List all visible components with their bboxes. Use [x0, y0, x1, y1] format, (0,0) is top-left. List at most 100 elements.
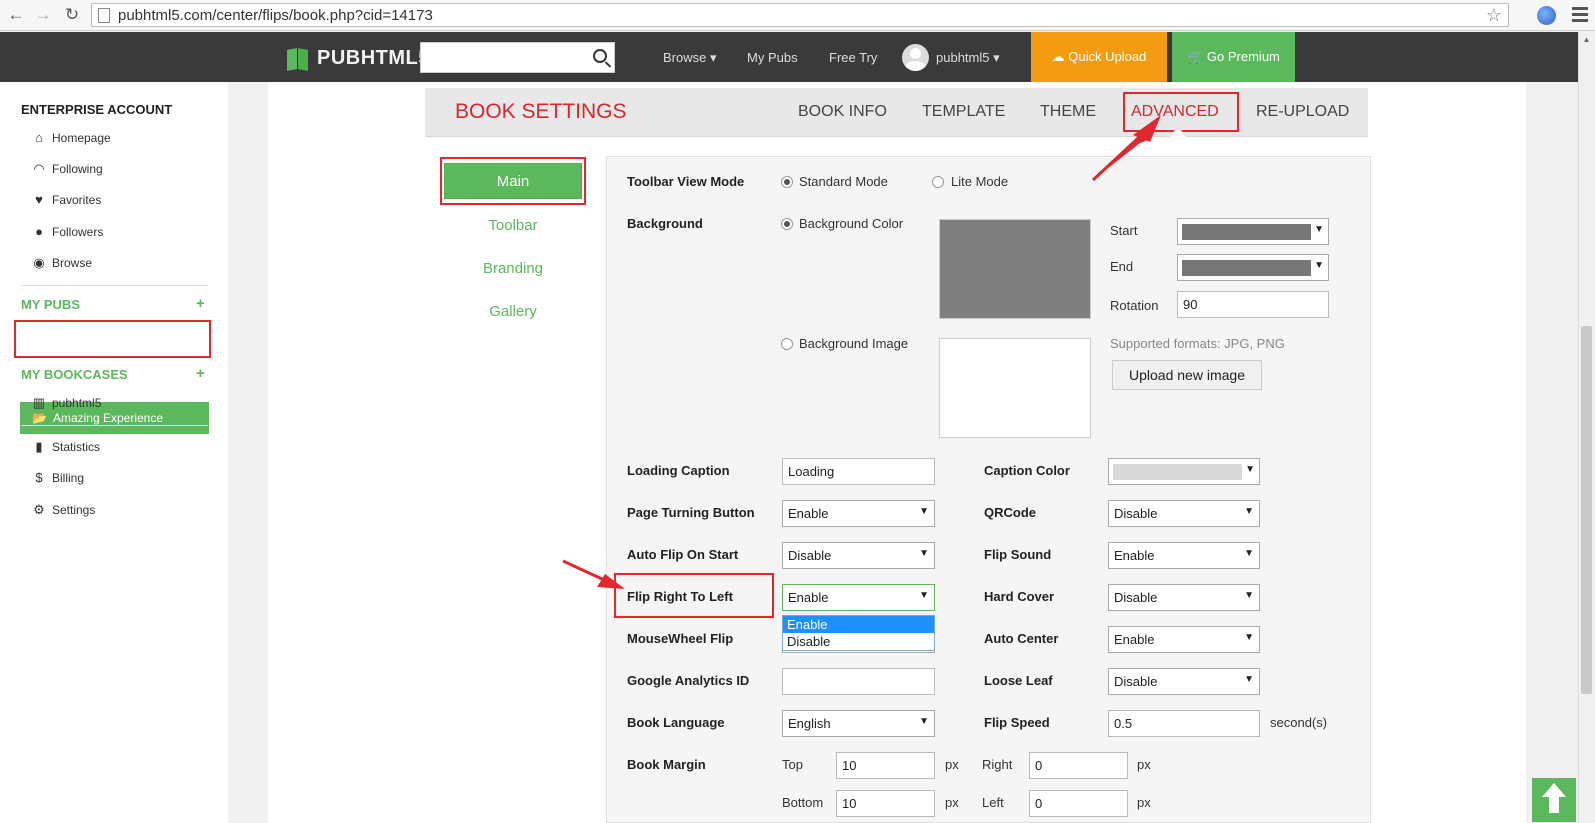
logo-text: PUBHTML5	[317, 46, 430, 69]
rss-icon: ◠	[33, 161, 45, 176]
caption-color-select[interactable]: ▼	[1108, 458, 1260, 485]
site-header: PUBHTML5 Browse ▾ My Pubs Free Try pubht…	[0, 32, 1595, 82]
background-image-radio[interactable]	[781, 338, 793, 350]
sidebar-item-followers[interactable]: ● Followers	[32, 222, 103, 242]
chevron-down-icon: ▼	[1244, 590, 1254, 601]
margin-left-label: Left	[982, 795, 1004, 810]
highlight-box	[14, 320, 211, 358]
reload-icon[interactable]: ↻	[62, 5, 82, 25]
add-pub-button[interactable]: +	[196, 295, 205, 312]
menu-branding[interactable]: Branding	[444, 260, 582, 277]
scroll-up-icon[interactable]: ▲	[1578, 32, 1595, 48]
lite-mode-label: Lite Mode	[951, 174, 1009, 189]
flip-sound-select[interactable]: Enable ▼	[1108, 542, 1260, 569]
standard-mode-radio[interactable]	[781, 176, 793, 188]
chevron-down-icon: ▼	[1244, 506, 1254, 517]
dropdown-option-disable[interactable]: Disable	[783, 633, 934, 650]
qrcode-label: QRCode	[984, 505, 1036, 520]
page-turning-button-select[interactable]: Enable ▼	[782, 500, 935, 527]
url-text: pubhtml5.com/center/flips/book.php?cid=1…	[118, 7, 433, 24]
back-to-top-button[interactable]	[1532, 778, 1576, 822]
add-bookcase-button[interactable]: +	[196, 365, 205, 382]
book-language-select[interactable]: English ▼	[782, 710, 935, 737]
bookcase-item[interactable]: ▥ pubhtml5	[32, 393, 102, 413]
nav-browse[interactable]: Browse ▾	[663, 50, 717, 66]
highlight-box	[440, 157, 586, 205]
sidebar-item-browse[interactable]: ◉ Browse	[32, 253, 92, 273]
margin-top-input[interactable]: 10	[836, 752, 935, 779]
sidebar-item-homepage[interactable]: ⌂ Homepage	[32, 128, 111, 148]
search-icon[interactable]	[593, 49, 607, 63]
arrow-up-icon	[1542, 783, 1566, 797]
flip-speed-unit: second(s)	[1270, 715, 1328, 730]
quick-upload-button[interactable]: ☁ Quick Upload	[1031, 32, 1167, 82]
page-title: BOOK SETTINGS	[455, 100, 627, 123]
book-margin-label: Book Margin	[627, 757, 706, 772]
background-color-preview	[939, 219, 1091, 319]
loose-leaf-select[interactable]: Disable ▼	[1108, 668, 1260, 695]
sidebar-item-following[interactable]: ◠ Following	[32, 159, 102, 179]
folder-open-icon: 📂	[32, 411, 47, 425]
tab-re-upload[interactable]: RE-UPLOAD	[1256, 103, 1349, 121]
dropdown-option-enable[interactable]: Enable	[783, 616, 934, 633]
menu-toolbar[interactable]: Toolbar	[444, 217, 582, 234]
supported-formats-hint: Supported formats: JPG, PNG	[1110, 336, 1285, 351]
hard-cover-select[interactable]: Disable ▼	[1108, 584, 1260, 611]
loading-caption-input[interactable]: Loading	[782, 458, 935, 485]
google-analytics-input[interactable]	[782, 668, 935, 695]
nav-my-pubs[interactable]: My Pubs	[747, 50, 798, 65]
sidebar-item-favorites[interactable]: ♥ Favorites	[32, 190, 101, 210]
background-label: Background	[627, 216, 703, 231]
start-color-swatch	[1182, 224, 1311, 240]
auto-center-select[interactable]: Enable ▼	[1108, 626, 1260, 653]
back-arrow-icon[interactable]: ←	[6, 5, 26, 25]
auto-flip-select[interactable]: Disable ▼	[782, 542, 935, 569]
toolbar-view-mode-label: Toolbar View Mode	[627, 174, 745, 189]
books-icon: ▥	[32, 395, 46, 410]
address-bar[interactable]: pubhtml5.com/center/flips/book.php?cid=1…	[91, 3, 1509, 27]
chevron-down-icon: ▼	[919, 548, 929, 559]
flip-speed-input[interactable]: 0.5	[1108, 710, 1260, 737]
user-menu[interactable]: pubhtml5 ▾	[936, 50, 1000, 66]
globe-icon[interactable]	[1537, 6, 1556, 25]
avatar[interactable]	[902, 44, 929, 71]
browser-menu-icon[interactable]	[1572, 7, 1588, 25]
chevron-down-icon: ▼	[1244, 674, 1254, 685]
forward-arrow-icon[interactable]: →	[33, 5, 53, 25]
page-turning-button-label: Page Turning Button	[627, 505, 755, 520]
upload-image-button[interactable]: Upload new image	[1112, 360, 1262, 390]
start-color-select[interactable]: ▼	[1177, 218, 1329, 245]
background-color-radio[interactable]	[781, 218, 793, 230]
logo[interactable]: PUBHTML5	[287, 44, 430, 72]
sidebar-item-billing[interactable]: $ Billing	[32, 468, 84, 488]
margin-right-unit: px	[1137, 757, 1151, 772]
tab-book-info[interactable]: BOOK INFO	[798, 103, 887, 121]
margin-right-label: Right	[982, 757, 1013, 772]
margin-left-input[interactable]: 0	[1029, 790, 1128, 817]
qrcode-select[interactable]: Disable ▼	[1108, 500, 1260, 527]
end-color-select[interactable]: ▼	[1177, 254, 1329, 281]
tab-template[interactable]: TEMPLATE	[922, 103, 1005, 121]
sidebar: ENTERPRISE ACCOUNT ⌂ Homepage ◠ Following …	[0, 82, 228, 823]
search-input[interactable]	[420, 42, 615, 73]
lite-mode-radio[interactable]	[932, 176, 944, 188]
bookmark-star-icon[interactable]: ☆	[1486, 5, 1502, 26]
sidebar-item-settings[interactable]: ⚙ Settings	[32, 500, 95, 520]
margin-right-input[interactable]: 0	[1029, 752, 1128, 779]
margin-bottom-input[interactable]: 10	[836, 790, 935, 817]
tab-theme[interactable]: THEME	[1040, 103, 1096, 121]
chevron-down-icon: ▼	[919, 590, 929, 601]
start-label: Start	[1110, 223, 1138, 238]
divider	[21, 425, 208, 426]
margin-top-label: Top	[782, 757, 803, 772]
rotation-input[interactable]: 90	[1177, 291, 1329, 318]
scrollbar-thumb[interactable]	[1581, 326, 1592, 694]
book-language-label: Book Language	[627, 715, 725, 730]
menu-gallery[interactable]: Gallery	[444, 303, 582, 320]
book-logo-icon	[287, 46, 309, 71]
sidebar-item-statistics[interactable]: ▮ Statistics	[32, 437, 100, 457]
flip-rtl-select[interactable]: Enable ▼	[782, 584, 935, 611]
highlight-box	[1123, 92, 1239, 132]
go-premium-button[interactable]: 🛒 Go Premium	[1172, 32, 1295, 82]
nav-free-try[interactable]: Free Try	[829, 50, 877, 65]
